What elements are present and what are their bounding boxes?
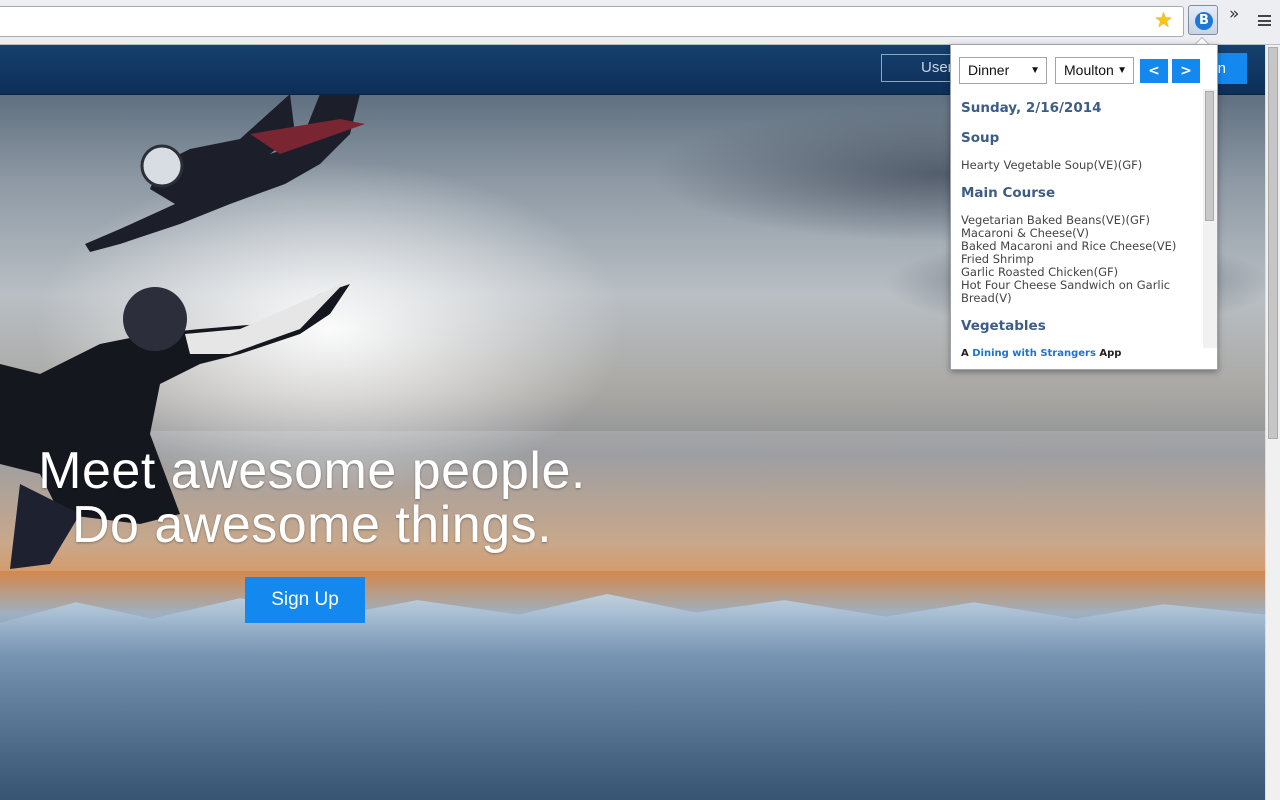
sign-up-button[interactable]: Sign Up: [245, 577, 365, 623]
menu-date: Sunday, 2/16/2014: [961, 100, 1102, 116]
hero-headline-line1: Meet awesome people.: [38, 442, 586, 500]
extension-b-icon: B: [1195, 12, 1213, 30]
section-title-soup: Soup: [961, 130, 1000, 146]
extensions-overflow-icon[interactable]: »: [1229, 4, 1239, 24]
browser-menu-icon[interactable]: [1258, 15, 1271, 26]
footer-prefix: A: [961, 348, 969, 359]
menu-item: Hearty Vegetable Soup(VE)(GF): [961, 158, 1143, 172]
section-title-main-course: Main Course: [961, 185, 1056, 201]
mountains-image: [0, 594, 1265, 800]
popup-scroll-thumb[interactable]: [1205, 91, 1214, 221]
chevron-down-icon: ▼: [1030, 65, 1040, 76]
hall-select-value: Moulton: [1064, 62, 1114, 78]
next-day-button[interactable]: >: [1172, 59, 1200, 83]
popup-footer: A Dining with Strangers App: [961, 348, 1121, 359]
menu-item: Hot Four Cheese Sandwich on Garlic Bread…: [961, 278, 1171, 305]
page-scrollbar[interactable]: [1265, 45, 1280, 800]
dining-popup: Dinner ▼ Moulton ▼ < > Sunday, 2/16/2014…: [950, 44, 1218, 370]
previous-day-button[interactable]: <: [1140, 59, 1168, 83]
footer-suffix: App: [1099, 348, 1122, 359]
bookmark-star-icon[interactable]: ★: [1154, 10, 1173, 32]
menu-content: Sunday, 2/16/2014 Soup Hearty Vegetable …: [951, 92, 1203, 348]
dining-with-strangers-link[interactable]: Dining with Strangers: [972, 348, 1096, 359]
page-scroll-thumb[interactable]: [1268, 47, 1278, 439]
browser-toolbar: ★ B »: [0, 0, 1280, 45]
address-bar[interactable]: ★: [0, 6, 1184, 37]
dining-hall-select[interactable]: Moulton ▼: [1055, 57, 1134, 84]
section-title-vegetables: Vegetables: [961, 318, 1046, 334]
chevron-down-icon: ▼: [1117, 65, 1127, 76]
popup-scrollbar[interactable]: [1203, 89, 1217, 348]
hero-headline-line2: Do awesome things.: [71, 496, 553, 554]
meal-select-value: Dinner: [968, 62, 1010, 78]
extension-button[interactable]: B: [1188, 5, 1218, 35]
meal-select[interactable]: Dinner ▼: [959, 57, 1047, 84]
